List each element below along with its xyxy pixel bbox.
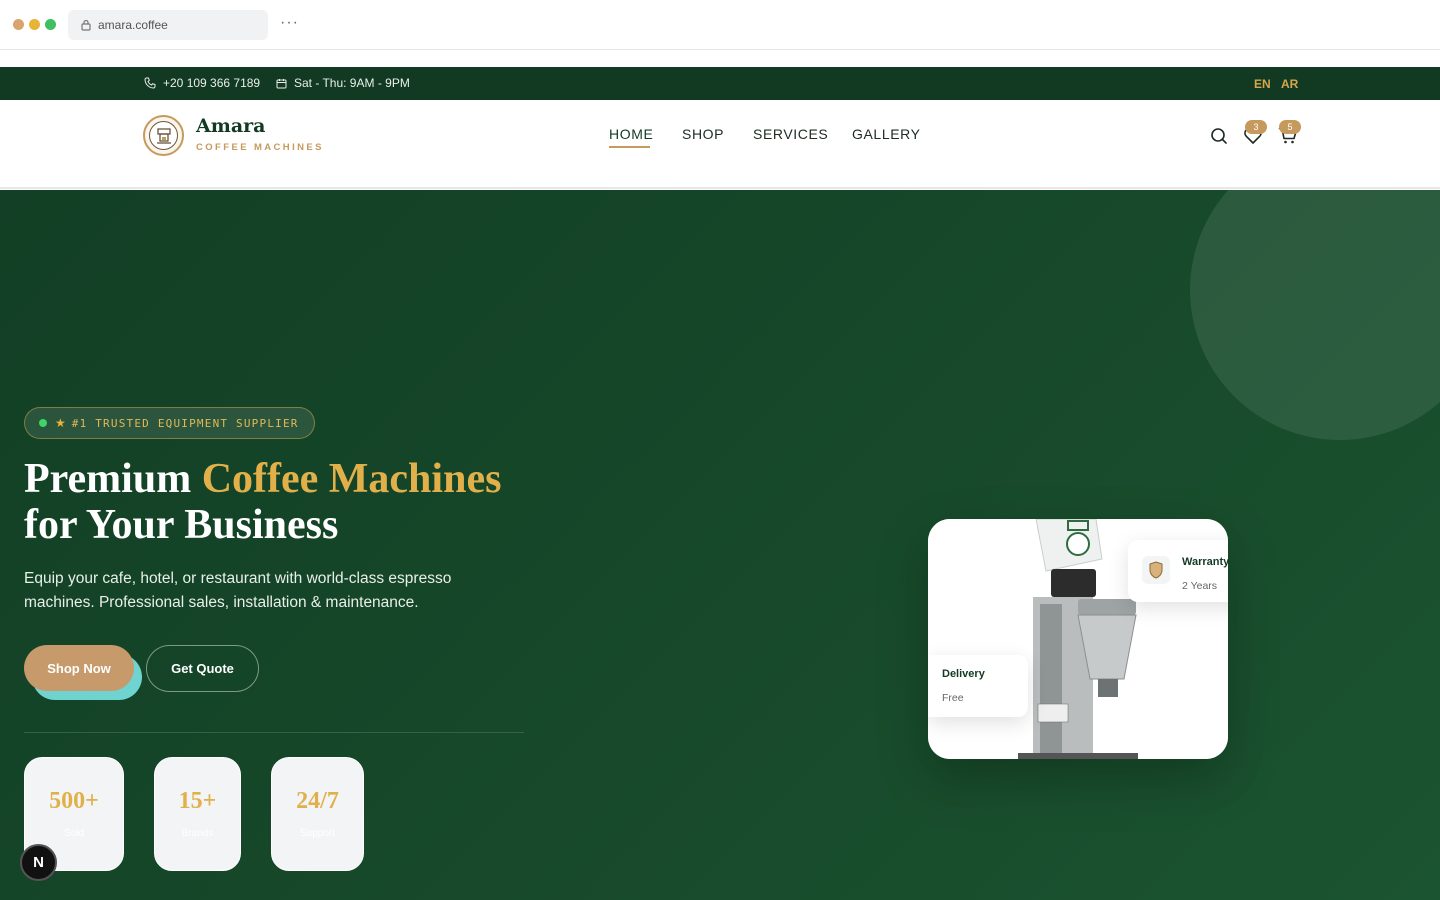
get-quote-button[interactable]: Get Quote [146,645,259,692]
window-minimize-button[interactable] [29,19,40,30]
headline-part1: Premium [24,456,202,502]
logo[interactable] [143,115,184,156]
cart-count-badge: 5 [1279,120,1301,134]
hero-headline: Premium Coffee Machines for Your Busines… [24,456,501,548]
delivery-value: Free [942,692,964,704]
headline-part2: for Your Business [24,502,339,548]
url-text: amara.coffee [98,18,168,32]
lock-icon [81,19,91,31]
status-dot [39,419,47,427]
stat-value: 500+ [49,788,99,814]
headline-accent: Coffee Machines [201,456,502,502]
product-showcase-card[interactable]: Warranty 2 Years Delivery Free [928,519,1228,759]
hero-description: Equip your cafe, hotel, or restaurant wi… [24,570,452,611]
search-icon[interactable] [1209,126,1229,146]
trusted-supplier-badge: ★ #1 TRUSTED EQUIPMENT SUPPLIER [24,407,315,439]
phone-icon [144,77,156,89]
hours-info: Sat - Thu: 9AM - 9PM [276,76,410,90]
delivery-title: Delivery [942,668,985,680]
warranty-info-card: Warranty 2 Years [1128,540,1228,602]
stat-card-support: 24/7 Support [271,757,364,871]
coffee-machine-logo-icon [156,127,171,144]
warranty-value: 2 Years [1182,580,1218,592]
wishlist-count-badge: 3 [1245,120,1267,134]
hero-section: ★ #1 TRUSTED EQUIPMENT SUPPLIER Premium … [0,190,1440,900]
address-bar[interactable]: amara.coffee [68,10,268,40]
nav-gallery-link[interactable]: GALLERY [852,126,921,142]
stat-value: 24/7 [296,788,339,814]
language-en-link[interactable]: EN [1254,77,1271,91]
browser-chrome: amara.coffee ··· [0,0,1440,50]
stat-label: Sold [63,828,84,839]
dev-tools-badge[interactable]: N [20,844,57,881]
shop-now-button[interactable]: Shop Now [24,645,134,691]
brand-tagline: COFFEE MACHINES [196,142,324,153]
top-info-bar: +20 109 366 7189 Sat - Thu: 9AM - 9PM EN… [0,67,1440,100]
phone-info[interactable]: +20 109 366 7189 [144,76,260,90]
warranty-title: Warranty [1182,556,1228,568]
window-maximize-button[interactable] [45,19,56,30]
browser-more-button[interactable]: ··· [280,14,299,32]
star-icon: ★ [55,416,66,430]
logo-emblem [149,121,178,150]
stats-divider [24,732,524,733]
badge-text: #1 TRUSTED EQUIPMENT SUPPLIER [71,416,299,430]
stat-label: Support [299,828,336,839]
brand-name[interactable]: Amara [196,115,265,137]
nav-active-indicator [609,146,650,148]
main-navigation: Amara COFFEE MACHINES HOME SHOP SERVICES… [0,100,1440,189]
stat-value: 15+ [178,788,217,814]
phone-number: +20 109 366 7189 [163,76,261,90]
shield-icon [1149,561,1163,579]
language-ar-link[interactable]: AR [1281,77,1298,91]
nav-home-link[interactable]: HOME [609,126,653,142]
delivery-info-card: Delivery Free [928,655,1028,717]
stat-card-brands: 15+ Brands [154,757,241,871]
calendar-icon [276,78,287,88]
window-close-button[interactable] [13,19,24,30]
nav-shop-link[interactable]: SHOP [682,126,724,142]
shield-icon-wrap [1142,556,1170,584]
business-hours: Sat - Thu: 9AM - 9PM [294,76,410,90]
stat-label: Brands [181,828,214,839]
decorative-circle [1190,190,1440,440]
nav-services-link[interactable]: SERVICES [753,126,828,142]
